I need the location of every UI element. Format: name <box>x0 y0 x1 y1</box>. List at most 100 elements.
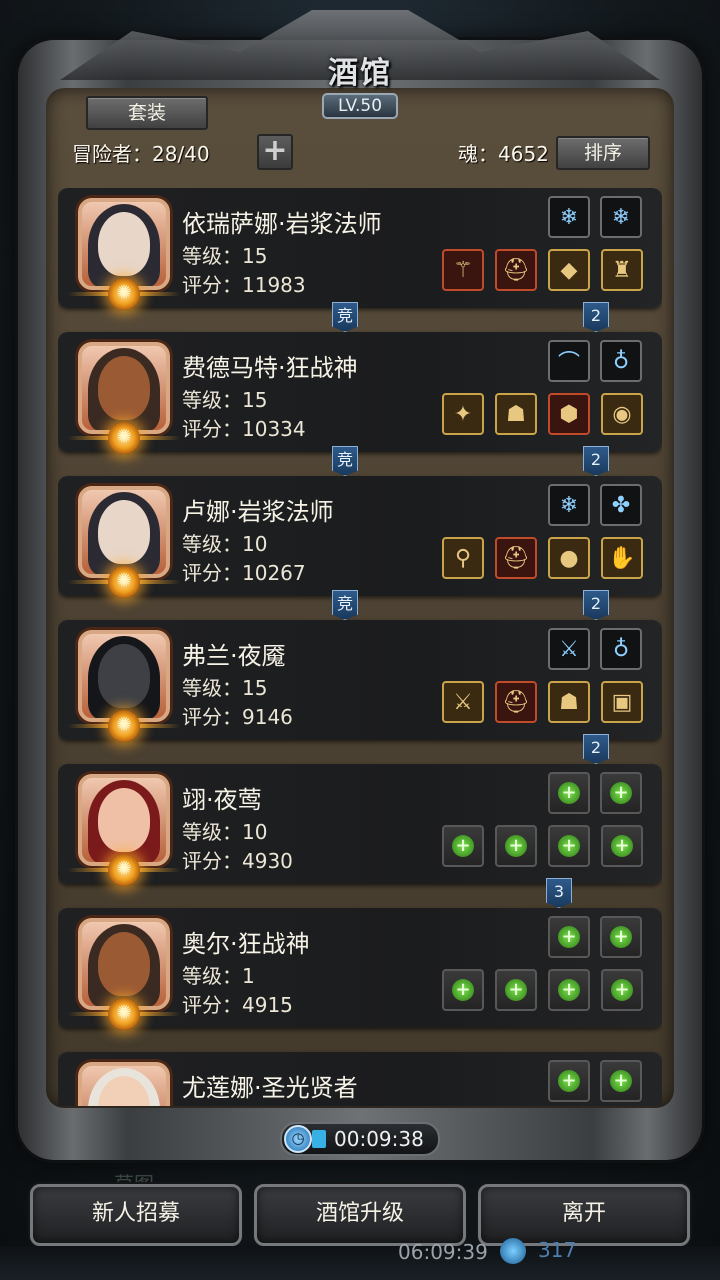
equip-slot[interactable]: ◉ <box>601 393 643 435</box>
amulet-icon: ♁ <box>612 636 630 662</box>
empty-equip-slot[interactable]: + <box>600 916 642 958</box>
equip-slot[interactable]: ◆ <box>548 249 590 291</box>
timer-bar: ◷ 00:09:38 <box>280 1122 440 1156</box>
rank-emblem-icon: ✺ <box>108 566 140 598</box>
hero-card[interactable]: ✺ 卢娜·岩浆法师 等级：10 评分：10267 ❄ ✤ ⚲ ⛑ ● ✋ <box>58 476 662 598</box>
empty-equip-slot[interactable]: + <box>548 969 590 1011</box>
adventurer-count: 冒险者：28/40 <box>72 142 210 166</box>
hero-level: 等级：10 <box>182 820 268 844</box>
background-hud-strip <box>0 1246 720 1280</box>
add-equipment-icon: + <box>558 782 580 804</box>
helmet-icon: ⛑ <box>502 257 530 283</box>
add-equipment-icon: + <box>610 926 632 948</box>
equip-slot[interactable]: ✤ <box>600 484 642 526</box>
hero-card[interactable]: ✺ 费德马特·狂战神 等级：15 评分：10334 ⌒ ♁ ✦ ☗ ⬢ ◉ <box>58 332 662 454</box>
hero-score: 评分：9146 <box>182 705 293 729</box>
mace-icon: ✦ <box>453 401 473 427</box>
hero-portrait[interactable] <box>78 198 170 290</box>
rank-emblem-icon: ✺ <box>108 710 140 742</box>
equip-slot[interactable]: ♁ <box>600 340 642 382</box>
empty-equip-slot[interactable]: + <box>601 969 643 1011</box>
recruit-button[interactable]: 新人招募 <box>30 1184 242 1246</box>
hero-portrait[interactable] <box>78 1062 170 1106</box>
hero-name: 奥尔·狂战神 <box>182 930 310 958</box>
empty-equip-slot[interactable]: + <box>548 772 590 814</box>
empty-equip-slot[interactable]: + <box>495 969 537 1011</box>
wand-icon: ⚲ <box>454 545 472 571</box>
hero-name: 费德马特·狂战神 <box>182 354 358 382</box>
hero-portrait[interactable] <box>78 486 170 578</box>
equip-slot[interactable]: ☗ <box>548 681 590 723</box>
equip-slot[interactable]: ✦ <box>442 393 484 435</box>
equip-slot[interactable]: ⚲ <box>442 537 484 579</box>
sort-button[interactable]: 排序 <box>556 136 650 170</box>
add-adventurer-slot-button[interactable]: + <box>257 134 293 170</box>
equip-slot[interactable]: ⚔ <box>548 628 590 670</box>
equip-slot[interactable]: ♁ <box>600 628 642 670</box>
arena-tag: 竞 <box>332 302 358 332</box>
hero-portrait[interactable] <box>78 342 170 434</box>
equip-slot[interactable]: ⌒ <box>548 340 590 382</box>
equip-slot[interactable]: ❄ <box>548 196 590 238</box>
equip-slot[interactable]: ⬢ <box>548 393 590 435</box>
set-count-tag: 2 <box>583 446 609 476</box>
nature-rune-icon: ✤ <box>611 492 631 518</box>
set-count-tag: 3 <box>546 878 572 908</box>
arena-tag: 竞 <box>332 590 358 620</box>
empty-equip-slot[interactable]: + <box>495 825 537 867</box>
ice-rune-icon: ❄ <box>611 204 631 230</box>
empty-equip-slot[interactable]: + <box>548 825 590 867</box>
ice-rune-icon: ❄ <box>559 204 579 230</box>
equip-slot[interactable]: ▣ <box>601 681 643 723</box>
empty-equip-slot[interactable]: + <box>600 1060 642 1102</box>
hero-name: 卢娜·岩浆法师 <box>182 498 334 526</box>
equip-slot[interactable]: ⛑ <box>495 681 537 723</box>
equip-slot[interactable]: ⛑ <box>495 537 537 579</box>
hero-card[interactable]: ✺ 奥尔·狂战神 等级：1 评分：4915 + + + + + + <box>58 908 662 1030</box>
add-equipment-icon: + <box>452 979 474 1001</box>
equip-slot[interactable]: ⛑ <box>495 249 537 291</box>
suit-button[interactable]: 套装 <box>86 96 208 130</box>
equip-slot[interactable]: ⚚ <box>442 249 484 291</box>
hero-card[interactable]: ✺尤莲娜·圣光贤者++ <box>58 1052 662 1106</box>
portrait-face <box>98 644 150 708</box>
sword-icon: ⚔ <box>453 689 473 715</box>
empty-equip-slot[interactable]: + <box>600 772 642 814</box>
add-equipment-icon: + <box>610 1070 632 1092</box>
equip-slot[interactable]: ● <box>548 537 590 579</box>
orb-icon: ● <box>559 545 579 571</box>
hero-list[interactable]: ✺ 依瑞萨娜·岩浆法师 等级：15 评分：11983 ❄ ❄ ⚚ ⛑ ◆ ♜ 竞 2 ✺ 费德马特·狂战神… <box>58 188 662 1106</box>
empty-equip-slot[interactable]: + <box>442 825 484 867</box>
equip-slot[interactable]: ✋ <box>601 537 643 579</box>
rank-emblem-icon: ✺ <box>108 278 140 310</box>
timer-text: 00:09:38 <box>334 1127 424 1151</box>
empty-equip-slot[interactable]: + <box>601 825 643 867</box>
equip-slot[interactable]: ❄ <box>548 484 590 526</box>
equip-slot[interactable]: ❄ <box>600 196 642 238</box>
hero-portrait[interactable] <box>78 630 170 722</box>
leave-button[interactable]: 离开 <box>478 1184 690 1246</box>
empty-equip-slot[interactable]: + <box>548 916 590 958</box>
hero-portrait[interactable] <box>78 774 170 866</box>
empty-equip-slot[interactable]: + <box>548 1060 590 1102</box>
hero-portrait[interactable] <box>78 918 170 1010</box>
scroll-icon: ▣ <box>611 689 633 715</box>
hero-level: 等级：15 <box>182 676 268 700</box>
lantern-icon: ♜ <box>612 257 632 283</box>
dagger-icon: ⚔ <box>559 636 579 662</box>
hero-card[interactable]: ✺ 弗兰·夜魇 等级：15 评分：9146 ⚔ ♁ ⚔ ⛑ ☗ ▣ <box>58 620 662 742</box>
tavern-level-badge: LV.50 <box>322 93 398 119</box>
amulet-icon: ♁ <box>612 348 630 374</box>
rank-emblem-icon: ✺ <box>108 422 140 454</box>
hero-card[interactable]: ✺ 依瑞萨娜·岩浆法师 等级：15 评分：11983 ❄ ❄ ⚚ ⛑ ◆ ♜ <box>58 188 662 310</box>
equip-slot[interactable]: ☗ <box>495 393 537 435</box>
tavern-upgrade-button[interactable]: 酒馆升级 <box>254 1184 466 1246</box>
equip-slot[interactable]: ⚔ <box>442 681 484 723</box>
shield-icon: ⬢ <box>559 401 579 427</box>
hero-card[interactable]: ✺ 翊·夜莺 等级：10 评分：4930 + + + + + + <box>58 764 662 886</box>
empty-equip-slot[interactable]: + <box>442 969 484 1011</box>
add-equipment-icon: + <box>610 782 632 804</box>
rank-emblem-icon: ✺ <box>108 854 140 886</box>
equip-slot[interactable]: ♜ <box>601 249 643 291</box>
hero-level: 等级：15 <box>182 244 268 268</box>
